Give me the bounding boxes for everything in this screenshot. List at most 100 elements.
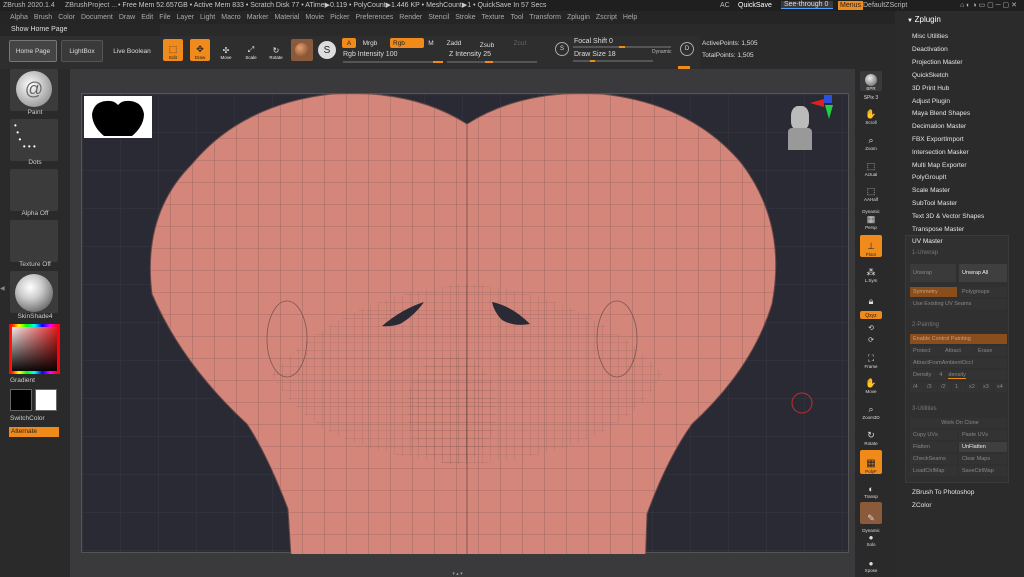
enable-control-painting-toggle[interactable]: Enable Control Painting — [910, 334, 1007, 344]
menu-transform[interactable]: Transform — [529, 11, 561, 24]
attract-ao-button[interactable]: AttractFromAmbientOccl — [910, 358, 1007, 368]
scroll-button[interactable]: ✋ Scroll — [860, 105, 882, 125]
plugin-fbx-exportimport[interactable]: FBX ExportImport — [912, 136, 964, 143]
density-step-4[interactable]: 1 — [952, 382, 965, 392]
polyf-button[interactable]: ▦ PolyF — [860, 450, 882, 474]
viewport-frame[interactable] — [81, 93, 850, 554]
navigator-thumbnail[interactable] — [84, 96, 152, 138]
floor-button[interactable]: ⊥ Floor — [860, 235, 882, 257]
plugin-zbrush-to-photoshop[interactable]: ZBrush To Photoshop — [912, 489, 974, 496]
symmetry-toggle[interactable]: Symmetry — [910, 287, 957, 297]
bpr-button[interactable]: BPR — [860, 71, 882, 91]
plugin-3d-print-hub[interactable]: 3D Print Hub — [912, 85, 949, 92]
menu-zplugin[interactable]: Zplugin — [567, 11, 590, 24]
menu-texture[interactable]: Texture — [481, 11, 504, 24]
menu-macro[interactable]: Macro — [221, 11, 240, 24]
left-tray-arrow-icon[interactable]: ◀ — [0, 285, 6, 297]
d-icon[interactable]: D — [680, 42, 694, 56]
erase-button[interactable]: Erase — [975, 346, 1007, 356]
default-zscript[interactable]: DefaultZScript — [863, 0, 907, 11]
menus-toggle[interactable]: Menus — [838, 1, 864, 10]
density-step-2[interactable]: /3 — [924, 382, 937, 392]
density-step-3[interactable]: /2 — [938, 382, 951, 392]
dynamic-toggle[interactable]: Dynamic — [652, 49, 671, 55]
material-slot[interactable] — [10, 271, 58, 313]
density-step-6[interactable]: x3 — [980, 382, 993, 392]
menu-marker[interactable]: Marker — [247, 11, 269, 24]
primary-color-swatch[interactable] — [10, 389, 32, 411]
menu-picker[interactable]: Picker — [330, 11, 349, 24]
rgb-intensity-slider[interactable]: Rgb Intensity 100 — [343, 51, 397, 58]
m-button[interactable]: M — [425, 38, 437, 48]
menu-zscript[interactable]: Zscript — [596, 11, 617, 24]
uv-mesh-svg[interactable] — [82, 94, 850, 554]
menu-document[interactable]: Document — [81, 11, 113, 24]
solo-button[interactable]: Dynamic ● Solo — [860, 525, 882, 547]
plugin-quicksketch[interactable]: QuickSketch — [912, 72, 949, 79]
mrgb-button[interactable]: Mrgb — [357, 38, 383, 48]
seethrough-slider[interactable]: See-through 0 — [781, 1, 833, 9]
rotate-mode-button[interactable]: ↻ Rotate — [266, 39, 286, 61]
protect-button[interactable]: Protect — [910, 346, 941, 356]
plugin-maya-blend-shapes[interactable]: Maya Blend Shapes — [912, 110, 970, 117]
ghost-button[interactable]: ✎ — [860, 502, 882, 524]
plugin-subtool-master[interactable]: SubTool Master — [912, 200, 957, 207]
persp-button[interactable]: Dynamic ▦ Persp — [860, 204, 882, 230]
alternate-button[interactable]: Alternate — [9, 427, 59, 437]
ac-toggle[interactable]: AC — [720, 0, 730, 11]
rotate-axis-icon-2[interactable]: ⟳ — [860, 334, 882, 344]
xpose-button[interactable]: ● Xpose — [860, 551, 882, 573]
zcut-button[interactable]: Zcut — [510, 38, 530, 48]
menu-file[interactable]: File — [159, 11, 170, 24]
stroke-slot[interactable]: • • • • • • — [10, 119, 58, 161]
material-sphere-button[interactable] — [291, 39, 313, 61]
zoom3d-button[interactable]: ⌕ Zoom3D — [860, 400, 882, 420]
lsym-button[interactable]: ⁂ L.Sym — [860, 263, 882, 283]
draw-size-slider[interactable]: Draw Size 18 — [574, 51, 616, 58]
menu-light[interactable]: Light — [200, 11, 215, 24]
menu-layer[interactable]: Layer — [177, 11, 195, 24]
menu-brush[interactable]: Brush — [34, 11, 52, 24]
load-ctrl-map-button[interactable]: LoadCtrlMap — [910, 466, 957, 476]
menu-preferences[interactable]: Preferences — [356, 11, 394, 24]
secondary-color-swatch[interactable] — [35, 389, 57, 411]
zoom-button[interactable]: ⌕ Zoom — [860, 131, 882, 151]
quicksave-button[interactable]: QuickSave — [738, 0, 772, 11]
rotate-view-button[interactable]: ↻ Rotate — [860, 426, 882, 446]
actual-button[interactable]: ⬚ Actual — [860, 157, 882, 177]
menu-color[interactable]: Color — [58, 11, 75, 24]
polygroups-toggle[interactable]: Polygroups — [959, 287, 1007, 297]
unwrap-button[interactable]: Unwrap — [910, 264, 956, 282]
draw-mode-button[interactable]: ✥ Draw — [190, 39, 210, 61]
density-step-1[interactable]: /4 — [910, 382, 923, 392]
zsub-button[interactable]: Zsub — [476, 40, 498, 50]
plugin-transpose-master[interactable]: Transpose Master — [912, 226, 964, 233]
alpha-slot[interactable] — [10, 169, 58, 211]
copy-uvs-button[interactable]: Copy UVs — [910, 430, 957, 440]
work-on-clone-button[interactable]: Work On Clone — [910, 418, 1007, 428]
use-existing-seams-toggle[interactable]: Use Existing UV Seams — [910, 299, 1007, 309]
plugin-multi-map-exporter[interactable]: Multi Map Exporter — [912, 162, 967, 169]
axis-gizmo-icon[interactable] — [808, 95, 838, 125]
brush-size-icon[interactable]: S — [555, 42, 569, 56]
draw-size-track[interactable] — [573, 60, 653, 62]
scale-mode-button[interactable]: ⤢ Scale — [241, 39, 261, 61]
unflatten-button[interactable]: UnFlatten — [959, 442, 1007, 452]
menu-tool[interactable]: Tool — [510, 11, 523, 24]
show-home-page-button[interactable]: Show Home Page — [0, 24, 160, 36]
plugin-polygroupit[interactable]: PolyGroupIt — [912, 174, 946, 181]
plugin-misc-utilities[interactable]: Misc Utilities — [912, 33, 948, 40]
color-picker[interactable] — [9, 324, 60, 374]
panel-header[interactable]: ▼ Zplugin — [895, 11, 1024, 29]
rgb-intensity-track[interactable] — [343, 61, 443, 63]
move-mode-button[interactable]: ✣ Move — [216, 39, 236, 61]
flatten-button[interactable]: Flatten — [910, 442, 957, 452]
edit-mode-button[interactable]: ⬚ Edit — [163, 39, 183, 61]
lightbox-button[interactable]: LightBox — [61, 40, 103, 62]
transp-button[interactable]: ◐ Transp — [860, 479, 882, 499]
focal-shift-slider[interactable]: Focal Shift 0 — [574, 38, 613, 45]
frame-button[interactable]: ⛶ Frame — [860, 349, 882, 369]
menu-material[interactable]: Material — [274, 11, 299, 24]
paste-uvs-button[interactable]: Paste UVs — [959, 430, 1007, 440]
document-canvas[interactable] — [70, 69, 855, 577]
